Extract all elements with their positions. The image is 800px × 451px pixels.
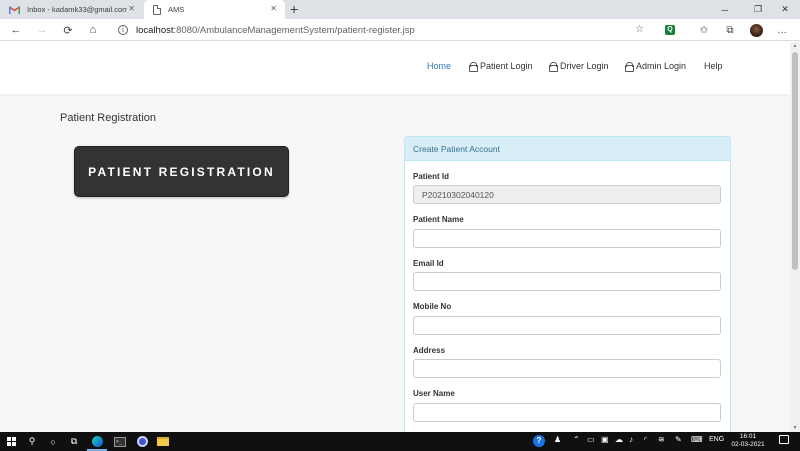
battery-icon[interactable]: ▭ — [587, 435, 595, 444]
browser-toolbar: ← → ⟳ ⌂ i localhost:8080/AmbulanceManage… — [0, 19, 800, 41]
scroll-up-icon[interactable]: ▲ — [792, 43, 798, 49]
browser-tab-strip: Inbox - kadamk33@gmail.com - ✕ AMS ✕ + ─… — [0, 0, 800, 19]
keyboard-icon[interactable]: ⌨ — [691, 435, 703, 444]
close-tab-icon[interactable]: ✕ — [128, 4, 135, 13]
new-tab-button[interactable]: + — [290, 1, 298, 17]
restore-button[interactable]: ❐ — [743, 0, 773, 19]
task-view-icon[interactable]: ⧉ — [66, 434, 82, 449]
avatar — [749, 23, 763, 37]
system-clock[interactable]: 16:01 02-03-2021 — [730, 433, 766, 449]
cortana-icon[interactable]: ○ — [45, 434, 61, 449]
address-bar[interactable]: i localhost:8080/AmbulanceManagementSyst… — [108, 21, 656, 39]
collections-icon[interactable]: ⧉ — [722, 22, 738, 38]
reload-button[interactable]: ⟳ — [60, 22, 76, 38]
taskbar-terminal-app[interactable]: >_ — [112, 434, 128, 449]
patient-id-field[interactable]: P20210302040120 — [413, 185, 721, 204]
gmail-icon — [9, 5, 20, 14]
clock-date: 02-03-2021 — [731, 441, 765, 448]
nav-driver-login-link[interactable]: Driver Login — [549, 61, 609, 72]
extension-icon: Q — [665, 25, 675, 35]
lock-icon — [625, 62, 634, 72]
tab-title: Inbox - kadamk33@gmail.com - — [27, 5, 127, 14]
search-icon[interactable]: ⚲ — [24, 434, 40, 449]
page-title: Patient Registration — [60, 112, 156, 124]
scroll-thumb[interactable] — [792, 52, 798, 270]
close-tab-icon[interactable]: ✕ — [270, 4, 277, 13]
url-path: :8080/AmbulanceManagementSystem/patient-… — [173, 24, 415, 36]
nav-help-link[interactable]: Help — [704, 61, 723, 71]
favorites-icon[interactable]: ✩ — [696, 22, 712, 38]
user-name-input[interactable] — [413, 403, 721, 422]
patient-registration-badge: PATIENT REGISTRATION — [74, 146, 289, 197]
extension-button[interactable]: Q — [662, 22, 678, 38]
close-window-button[interactable]: ✕ — [770, 0, 800, 19]
panel-title: Create Patient Account — [405, 137, 730, 161]
tab-title: AMS — [168, 5, 185, 14]
people-icon[interactable]: ♟ — [554, 435, 561, 444]
url-host: localhost — [136, 24, 174, 36]
email-id-label: Email Id — [413, 259, 444, 268]
taskbar-edge-app[interactable] — [89, 434, 105, 449]
terminal-icon: >_ — [114, 436, 126, 447]
mobile-no-label: Mobile No — [413, 302, 452, 311]
nav-link-label: Admin Login — [636, 61, 687, 71]
network-device-icon[interactable]: ▣ — [601, 435, 609, 444]
create-patient-account-panel: Create Patient Account Patient Id P20210… — [404, 136, 731, 432]
notification-icon[interactable] — [779, 435, 789, 444]
pen-icon[interactable]: ✎ — [675, 435, 682, 444]
minimize-button[interactable]: ─ — [710, 0, 740, 19]
language-indicator[interactable]: ENG — [709, 436, 724, 443]
profile-button[interactable] — [748, 22, 764, 38]
cloud-icon[interactable]: ☁ — [615, 435, 623, 444]
tab-ams[interactable]: AMS ✕ — [144, 0, 285, 19]
edge-icon — [91, 436, 103, 447]
page-scrollbar[interactable]: ▲ ▼ — [790, 42, 800, 432]
mobile-no-input[interactable] — [413, 316, 721, 335]
nav-link-label: Driver Login — [560, 61, 609, 71]
info-icon[interactable]: i — [118, 25, 128, 35]
patient-name-label: Patient Name — [413, 215, 464, 224]
wifi-icon[interactable]: ◜ — [644, 435, 647, 444]
gear-icon — [136, 436, 148, 447]
back-button[interactable]: ← — [8, 22, 24, 38]
tab-gmail-inbox[interactable]: Inbox - kadamk33@gmail.com - ✕ — [0, 0, 143, 19]
windows-taskbar: ⚲ ○ ⧉ >_ ? ♟ ⌃ ▭ ▣ ☁ ♪ ◜ ≋ ✎ ⌨ ENG 16:01… — [0, 432, 800, 451]
lock-icon — [469, 62, 478, 72]
page-viewport: Home Patient Login Driver Login Admin Lo… — [0, 42, 790, 432]
patient-id-label: Patient Id — [413, 172, 450, 181]
nav-patient-login-link[interactable]: Patient Login — [469, 61, 533, 72]
clock-time: 16:01 — [739, 433, 757, 440]
nav-home-link[interactable]: Home — [427, 61, 451, 71]
taskbar-settings-app[interactable] — [134, 434, 150, 449]
document-icon — [153, 4, 161, 15]
menu-icon[interactable]: … — [774, 22, 790, 38]
chevron-up-icon[interactable]: ⌃ — [573, 435, 580, 444]
patient-name-input[interactable] — [413, 229, 721, 248]
nav-admin-login-link[interactable]: Admin Login — [625, 61, 687, 72]
forward-button[interactable]: → — [34, 22, 50, 38]
site-navbar: Home Patient Login Driver Login Admin Lo… — [0, 42, 790, 94]
windows-logo-icon — [6, 437, 16, 446]
add-favorite-icon[interactable]: ☆ — [635, 24, 644, 35]
user-name-label: User Name — [413, 389, 455, 398]
help-icon: ? — [533, 435, 545, 447]
scroll-down-icon[interactable]: ▼ — [792, 425, 798, 431]
email-id-input[interactable] — [413, 272, 721, 291]
lock-icon — [549, 62, 558, 72]
taskbar-explorer-app[interactable] — [155, 434, 171, 449]
address-input[interactable] — [413, 359, 721, 378]
address-label: Address — [413, 346, 446, 355]
start-button[interactable] — [3, 434, 19, 449]
nav-link-label: Patient Login — [480, 61, 533, 71]
folder-icon — [157, 437, 169, 446]
volume-icon[interactable]: ♪ — [629, 435, 633, 444]
wifi-signal-icon[interactable]: ≋ — [658, 435, 665, 444]
home-button[interactable]: ⌂ — [85, 22, 101, 38]
help-tray-item[interactable]: ? — [533, 435, 545, 447]
